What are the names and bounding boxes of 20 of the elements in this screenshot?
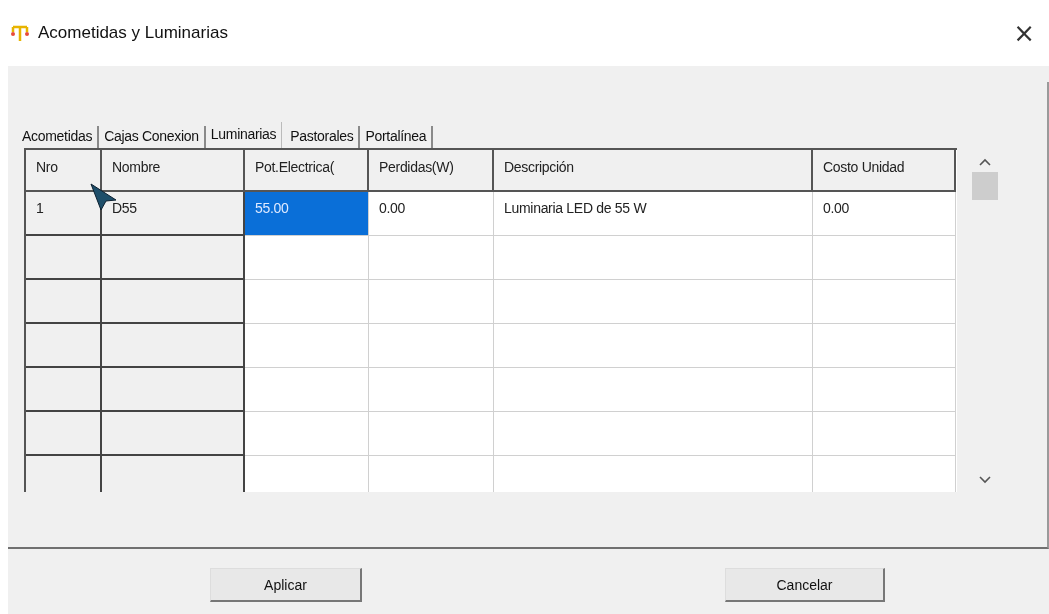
dialog-button[interactable]: Cancelar <box>725 568 885 602</box>
close-button[interactable]: × <box>1009 18 1039 48</box>
column-header[interactable]: Nombre <box>102 150 245 192</box>
table-cell[interactable]: 0.00 <box>369 192 494 236</box>
column-header[interactable]: Perdidas(W) <box>369 150 494 192</box>
column-header[interactable]: Costo Unidad <box>813 150 956 192</box>
column-header[interactable]: Descripción <box>494 150 813 192</box>
table-cell[interactable]: 1 <box>26 192 102 236</box>
table-cell[interactable]: D55 <box>102 192 245 236</box>
scroll-up-icon[interactable] <box>979 158 991 166</box>
column-header[interactable]: Nro <box>26 150 102 192</box>
scrollbar-thumb[interactable] <box>972 172 998 200</box>
window-title: Acometidas y Luminarias <box>38 23 229 43</box>
lamp-post-icon <box>10 23 30 43</box>
dialog-button[interactable]: Aplicar <box>210 568 362 602</box>
table-cell[interactable]: 0.00 <box>813 192 956 236</box>
column-header[interactable]: Pot.Electrica( <box>245 150 369 192</box>
scroll-down-icon[interactable] <box>979 476 991 484</box>
table-cell[interactable]: Luminaria LED de 55 W <box>494 192 813 236</box>
table-cell[interactable]: 55.00 <box>245 192 369 236</box>
